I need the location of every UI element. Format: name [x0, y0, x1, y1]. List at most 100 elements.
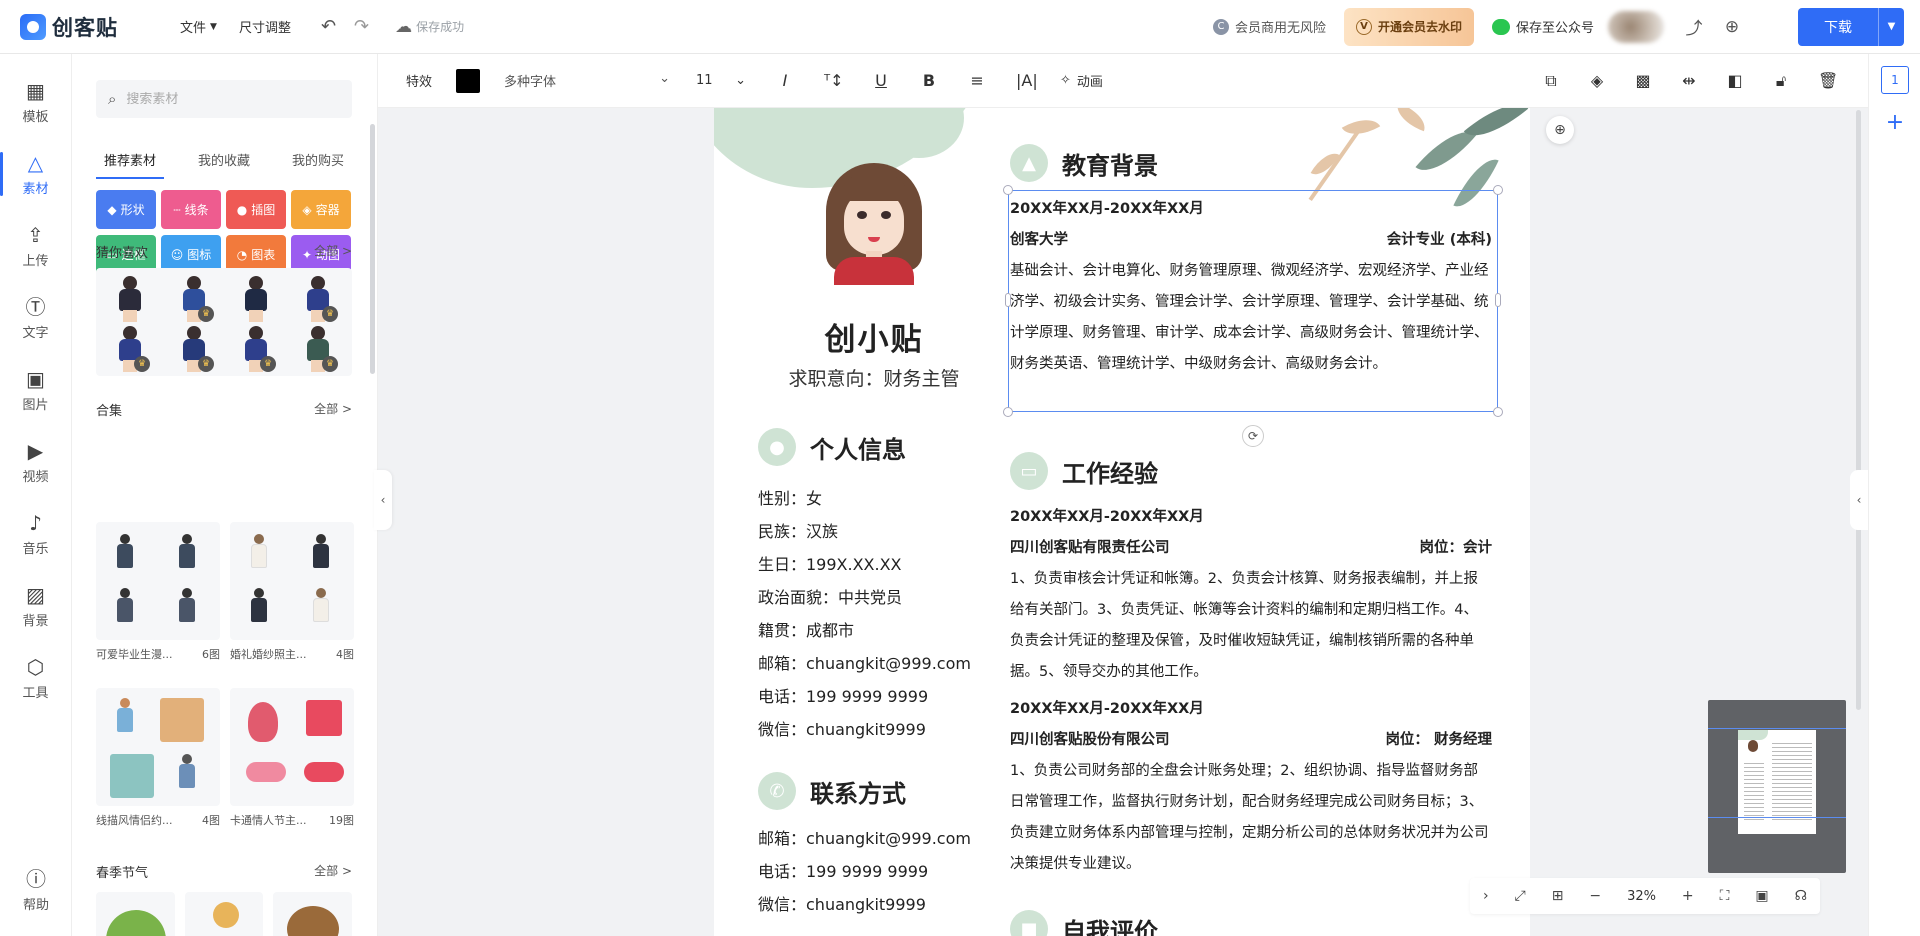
personal-info-list[interactable]: 性别：女 民族：汉族 生日：199X.XX.XX 政治面貌：中共党员 籍贯：成都…	[758, 482, 971, 746]
collection-card[interactable]: 婚礼婚纱照主... 4图	[230, 522, 354, 662]
transparency-icon[interactable]: ▩	[1634, 71, 1652, 90]
zoom-value[interactable]: 32%	[1627, 889, 1656, 904]
nav-item-music[interactable]: ♪ 音乐	[0, 498, 71, 570]
font-family-select[interactable]: 多种字体 ⌄	[504, 71, 670, 90]
brand-logo[interactable]: 创客贴	[20, 12, 140, 42]
share-icon[interactable]: ⤴	[1678, 11, 1710, 43]
nav-item-text[interactable]: Ⓣ 文字	[0, 282, 71, 354]
layers-icon[interactable]: ◈	[1588, 71, 1606, 90]
panel-scrollbar[interactable]	[370, 124, 375, 374]
text-spacing-icon[interactable]: ᵀ↕	[824, 71, 844, 90]
category-container[interactable]: ◈ 容器	[291, 190, 351, 229]
collection-card[interactable]: 卡通情人节主... 19图	[230, 688, 354, 828]
search-input[interactable]	[126, 91, 327, 107]
nav-item-tool[interactable]: ⬡ 工具	[0, 642, 71, 714]
zoom-in-icon[interactable]: +	[1682, 888, 1694, 904]
italic-icon[interactable]: I	[776, 71, 794, 90]
nav-item-help[interactable]: ⓘ 帮助	[0, 854, 72, 926]
canvas-scrollbar[interactable]	[1856, 110, 1861, 710]
spring-thumb[interactable]	[96, 892, 175, 936]
tab-purchased[interactable]: 我的购买	[284, 150, 352, 179]
collapse-panel-button[interactable]: ‹	[374, 470, 392, 530]
chevron-right-icon[interactable]: ›	[1483, 888, 1489, 904]
resize-handle[interactable]	[1003, 185, 1013, 195]
resize-button[interactable]: 尺寸调整	[239, 17, 291, 36]
duplicate-icon[interactable]: ⧉	[1542, 71, 1560, 91]
profile-photo[interactable]	[826, 163, 922, 285]
resize-handle[interactable]	[1495, 293, 1501, 307]
personal-info-heading[interactable]: ● 个人信息	[758, 428, 906, 466]
minimap-viewport[interactable]	[1708, 728, 1846, 818]
resize-handle[interactable]	[1003, 407, 1013, 417]
sticker-item[interactable]: ♛	[298, 274, 338, 324]
nav-item-image[interactable]: ▣ 图片	[0, 354, 71, 426]
sticker-item[interactable]: ♛	[298, 324, 338, 374]
user-avatar[interactable]	[1608, 10, 1664, 43]
category-illustration[interactable]: ● 插图	[226, 190, 286, 229]
self-eval-heading[interactable]: ■ 自我评价	[1010, 910, 1158, 936]
spring-thumb[interactable]	[184, 892, 264, 936]
add-comment-icon[interactable]: ⊕	[1546, 116, 1574, 144]
tab-recommended[interactable]: 推荐素材	[96, 150, 165, 179]
nav-item-upload[interactable]: ⇪ 上传	[0, 210, 71, 282]
download-options-icon[interactable]: ▼	[1878, 7, 1904, 46]
job-intent[interactable]: 求职意向：财务主管	[744, 364, 1004, 391]
collection-card[interactable]: 线描风情侣约... 4图	[96, 688, 220, 828]
collection-card[interactable]: 可爱毕业生漫... 6图	[96, 522, 220, 662]
nav-item-video[interactable]: ▶ 视频	[0, 426, 71, 498]
picture-in-picture-icon[interactable]: ▣	[1755, 888, 1768, 904]
sticker-item[interactable]: ♛	[174, 324, 214, 374]
file-menu[interactable]: 文件 ▼	[180, 17, 217, 36]
vip-watermark-button[interactable]: V 开通会员去水印	[1343, 7, 1474, 46]
save-to-wechat-button[interactable]: 保存至公众号	[1491, 17, 1594, 36]
guess-all-link[interactable]: 全部 >	[314, 242, 352, 261]
commercial-risk-link[interactable]: C 会员商用无风险	[1212, 17, 1326, 36]
nav-item-material[interactable]: △ 素材	[0, 138, 71, 210]
contact-list[interactable]: 邮箱：chuangkit@999.com 电话：199 9999 9999 微信…	[758, 822, 971, 921]
category-line[interactable]: ┄ 线条	[161, 190, 221, 229]
education-heading[interactable]: ▲ 教育背景	[1010, 144, 1158, 182]
lock-icon[interactable]: 🔓︎	[1772, 71, 1790, 91]
headset-icon[interactable]: ☊	[1795, 888, 1807, 904]
flip-icon[interactable]: ⇹	[1680, 71, 1698, 90]
sticker-item[interactable]: ♛	[110, 324, 150, 374]
selection-box[interactable]	[1003, 185, 1503, 417]
nav-item-background[interactable]: ▨ 背景	[0, 570, 71, 642]
category-shape[interactable]: ◆ 形状	[96, 190, 156, 229]
redo-icon[interactable]: ↷	[354, 16, 369, 37]
spring-all-link[interactable]: 全部 >	[314, 862, 352, 881]
download-button[interactable]: 下载 ▼	[1798, 7, 1904, 46]
work-heading[interactable]: ▭ 工作经验	[1010, 452, 1158, 490]
comment-icon[interactable]: ⊕	[1716, 11, 1748, 43]
sticker-item[interactable]	[236, 274, 276, 324]
font-size-select[interactable]: 11 ⌄	[696, 73, 746, 88]
page-thumbnail-1[interactable]: 1	[1881, 66, 1909, 94]
work-text-block[interactable]: 20XX年XX月-20XX年XX月 四川创客贴有限责任公司 岗位：会计 1、负责…	[1010, 502, 1492, 880]
shadow-icon[interactable]: ◧	[1726, 71, 1744, 90]
resume-name[interactable]: 创小贴	[774, 314, 974, 359]
resume-canvas[interactable]: 创小贴 求职意向：财务主管 ● 个人信息 性别：女 民族：汉族 生日：199X.…	[714, 108, 1530, 936]
zoom-out-icon[interactable]: −	[1589, 888, 1601, 904]
grid-icon[interactable]: ⊞	[1552, 888, 1564, 904]
resize-handle[interactable]	[1493, 407, 1503, 417]
undo-icon[interactable]: ↶	[321, 16, 336, 37]
add-page-icon[interactable]: +	[1881, 108, 1909, 136]
tab-favorites[interactable]: 我的收藏	[190, 150, 258, 179]
fit-screen-icon[interactable]: ⤢	[1515, 888, 1526, 904]
collapse-pages-button[interactable]: ‹	[1850, 470, 1868, 530]
animation-button[interactable]: ✧ 动画	[1060, 71, 1103, 90]
collections-all-link[interactable]: 全部 >	[314, 400, 352, 419]
spring-thumb[interactable]	[273, 892, 353, 936]
letter-spacing-icon[interactable]: |A|	[1016, 71, 1038, 90]
contact-heading[interactable]: ✆ 联系方式	[758, 772, 906, 810]
sticker-item[interactable]	[110, 274, 150, 324]
resize-handle[interactable]	[1005, 293, 1011, 307]
effects-button[interactable]: 特效	[406, 71, 432, 90]
rotate-icon[interactable]: ⟳	[1242, 425, 1264, 447]
sticker-item[interactable]: ♛	[174, 274, 214, 324]
bold-icon[interactable]: B	[920, 71, 938, 90]
fullscreen-icon[interactable]: ⛶	[1720, 888, 1730, 904]
align-left-icon[interactable]: ≡	[968, 71, 986, 90]
underline-icon[interactable]: U	[872, 71, 890, 90]
nav-item-template[interactable]: ▦ 模板	[0, 66, 71, 138]
